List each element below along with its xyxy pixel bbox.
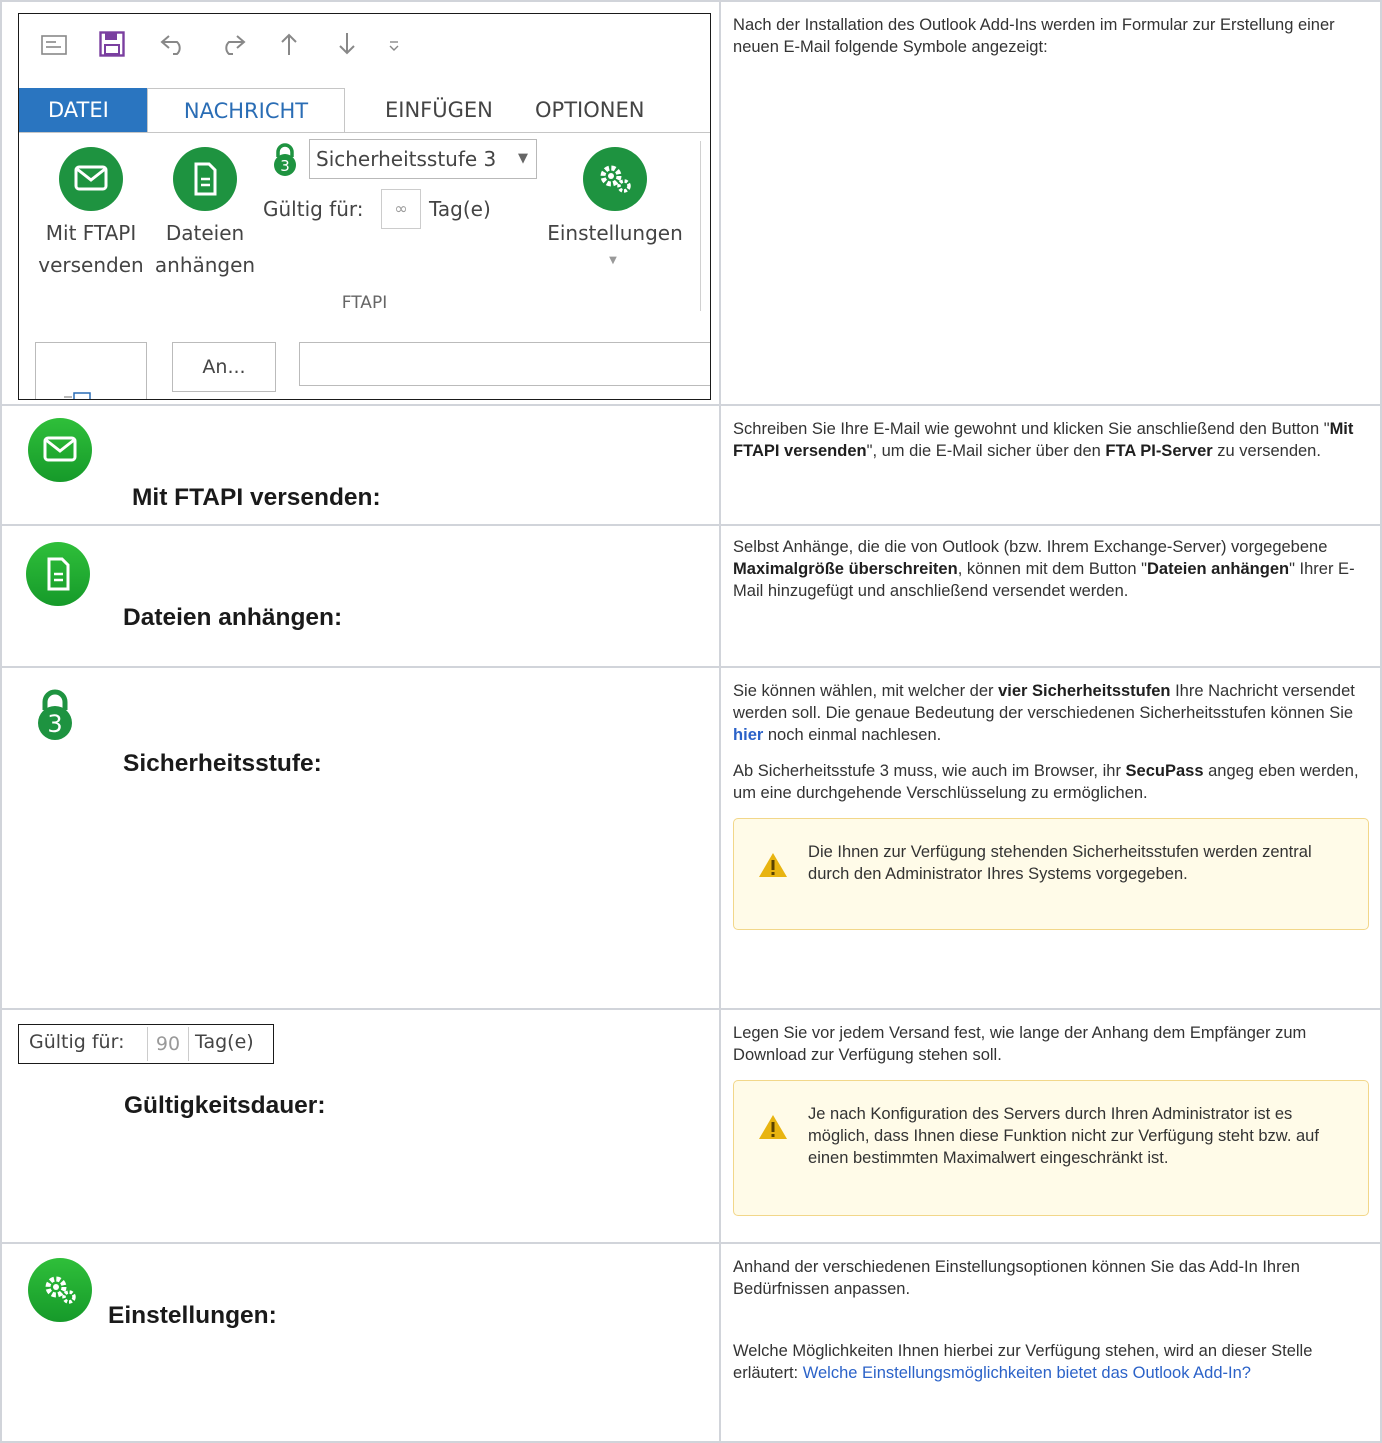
security-paragraph-1: Sie können wählen, mit welcher der vier … (733, 682, 1355, 744)
attach-description: Selbst Anhänge, die die von Outlook (bzw… (733, 538, 1355, 600)
settings-options-link[interactable]: Welche Einstellungsmöglichkeiten bietet … (803, 1364, 1251, 1382)
send-caption: Mit FTAPI versenden: (132, 484, 381, 511)
settings-paragraph-1: Anhand der verschiedenen Einstellungsopt… (733, 1258, 1300, 1298)
ribbon-tabs: DATEI NACHRICHT EINFÜGEN OPTIONEN (19, 88, 710, 134)
security-paragraph-2: Ab Sicherheitsstufe 3 muss, wie auch im … (733, 762, 1359, 802)
security-note-text: Die Ihnen zur Verfügung stehenden Sicher… (808, 843, 1312, 883)
send-icon-cell: Mit FTAPI versenden: (0, 404, 722, 526)
row-security: 3 Sicherheitsstufe: Sie können wählen, m… (0, 666, 1382, 1010)
valid-days-input[interactable]: 90 (147, 1027, 189, 1061)
customize-qat-icon[interactable] (387, 38, 401, 52)
settings-paragraph-2: Welche Möglichkeiten Ihnen hierbei zur V… (733, 1342, 1313, 1382)
validity-note-text: Je nach Konfiguration des Servers durch … (808, 1105, 1319, 1167)
send-label-line1: Mit FTAPI (45, 221, 137, 245)
row-send: Mit FTAPI versenden: Schreiben Sie Ihre … (0, 404, 1382, 526)
settings-icon-cell: Einstellungen: (0, 1242, 722, 1443)
validity-icon-cell: Gültig für: 90 Tag(e) Gültigkeitsdauer: (0, 1008, 722, 1244)
send-icon (64, 392, 91, 399)
warning-icon (759, 1115, 788, 1139)
valid-days-input[interactable]: ∞ (381, 189, 421, 229)
row-attach: Dateien anhängen: Selbst Anhänge, die di… (0, 524, 1382, 668)
row-settings: Einstellungen: Anhand der verschiedenen … (0, 1242, 1382, 1443)
row-validity: Gültig für: 90 Tag(e) Gültigkeitsdauer: … (0, 1008, 1382, 1244)
security-description: Sie können wählen, mit welcher der vier … (721, 668, 1380, 804)
tab-optionen[interactable]: OPTIONEN (535, 88, 644, 132)
chevron-down-icon: ▼ (518, 151, 528, 166)
security-warning-note: Die Ihnen zur Verfügung stehenden Sicher… (733, 818, 1370, 930)
tab-datei[interactable]: DATEI (19, 88, 147, 132)
envelope-icon (59, 147, 123, 211)
intro-text: Nach der Installation des Outlook Add-In… (733, 16, 1335, 56)
arrow-down-icon[interactable] (337, 32, 357, 56)
send-box[interactable] (35, 342, 147, 399)
to-button[interactable]: An... (172, 342, 276, 392)
redo-icon[interactable] (217, 32, 247, 56)
security-level-select[interactable]: Sicherheitsstufe 3 ▼ (309, 139, 537, 179)
validity-text-cell: Legen Sie vor jedem Versand fest, wie la… (719, 1008, 1382, 1244)
ribbon-screenshot-cell: DATEI NACHRICHT EINFÜGEN OPTIONEN Mit FT… (0, 0, 722, 406)
security-caption: Sicherheitsstufe: (123, 750, 322, 777)
validity-warning-note: Je nach Konfiguration des Servers durch … (733, 1080, 1370, 1216)
to-field[interactable] (299, 342, 710, 386)
attach-text-cell: Selbst Anhänge, die die von Outlook (bzw… (719, 524, 1382, 668)
settings-description: Anhand der verschiedenen Einstellungsopt… (721, 1244, 1380, 1384)
quick-access-toolbar (19, 14, 710, 74)
save-icon[interactable] (99, 31, 125, 57)
message-header-area: An... (19, 322, 710, 399)
attach-caption: Dateien anhängen: (123, 604, 343, 631)
attach-icon-cell: Dateien anhängen: (0, 524, 722, 668)
send-description: Schreiben Sie Ihre E-Mail wie gewohnt un… (733, 420, 1354, 460)
settings-text-cell: Anhand der verschiedenen Einstellungsopt… (719, 1242, 1382, 1443)
valid-for-label: Gültig für: (29, 1031, 125, 1053)
intro-cell: Nach der Installation des Outlook Add-In… (719, 0, 1382, 406)
outlook-ribbon-screenshot: DATEI NACHRICHT EINFÜGEN OPTIONEN Mit FT… (18, 13, 711, 400)
security-level-value: Sicherheitsstufe 3 (316, 147, 497, 171)
undo-icon[interactable] (159, 32, 189, 56)
gears-icon (28, 1258, 92, 1322)
ribbon-body: Mit FTAPI versenden Dateien anhängen 3 S… (19, 132, 710, 324)
security-levels-link[interactable]: hier (733, 726, 763, 744)
valid-for-field: Gültig für: 90 Tag(e) (18, 1024, 274, 1064)
security-lock-icon: 3 (38, 689, 72, 740)
settings-dropdown-icon[interactable]: ▼ (603, 245, 623, 277)
valid-for-label: Gültig für: (263, 197, 364, 221)
attach-label-line1: Dateien (165, 221, 245, 245)
warning-icon (759, 853, 788, 877)
gears-icon (583, 147, 647, 211)
document-icon (26, 542, 90, 606)
security-icon-cell: 3 Sicherheitsstufe: (0, 666, 722, 1010)
svg-text:3: 3 (280, 157, 290, 175)
security-lock-icon: 3 (274, 143, 296, 176)
security-text-cell: Sie können wählen, mit welcher der vier … (719, 666, 1382, 1010)
tab-nachricht[interactable]: NACHRICHT (147, 88, 345, 134)
ribbon-group-label: FTAPI (341, 293, 388, 313)
arrow-up-icon[interactable] (279, 32, 299, 56)
envelope-qat-icon (41, 35, 67, 55)
valid-days-unit: Tag(e) (195, 1031, 254, 1053)
validity-caption: Gültigkeitsdauer: (124, 1092, 326, 1119)
tab-einfuegen[interactable]: EINFÜGEN (385, 88, 493, 132)
validity-description: Legen Sie vor jedem Versand fest, wie la… (733, 1024, 1307, 1064)
row-overview: DATEI NACHRICHT EINFÜGEN OPTIONEN Mit FT… (0, 0, 1382, 406)
attach-label-line2: anhängen (154, 253, 256, 277)
document-icon (173, 147, 237, 211)
valid-days-unit: Tag(e) (429, 197, 491, 221)
envelope-icon (28, 418, 92, 482)
svg-text:3: 3 (47, 710, 62, 738)
documentation-table: DATEI NACHRICHT EINFÜGEN OPTIONEN Mit FT… (0, 0, 1382, 1443)
settings-caption: Einstellungen: (108, 1302, 277, 1329)
ribbon-separator (700, 141, 701, 311)
send-text-cell: Schreiben Sie Ihre E-Mail wie gewohnt un… (719, 404, 1382, 526)
send-label-line2: versenden (38, 253, 144, 277)
